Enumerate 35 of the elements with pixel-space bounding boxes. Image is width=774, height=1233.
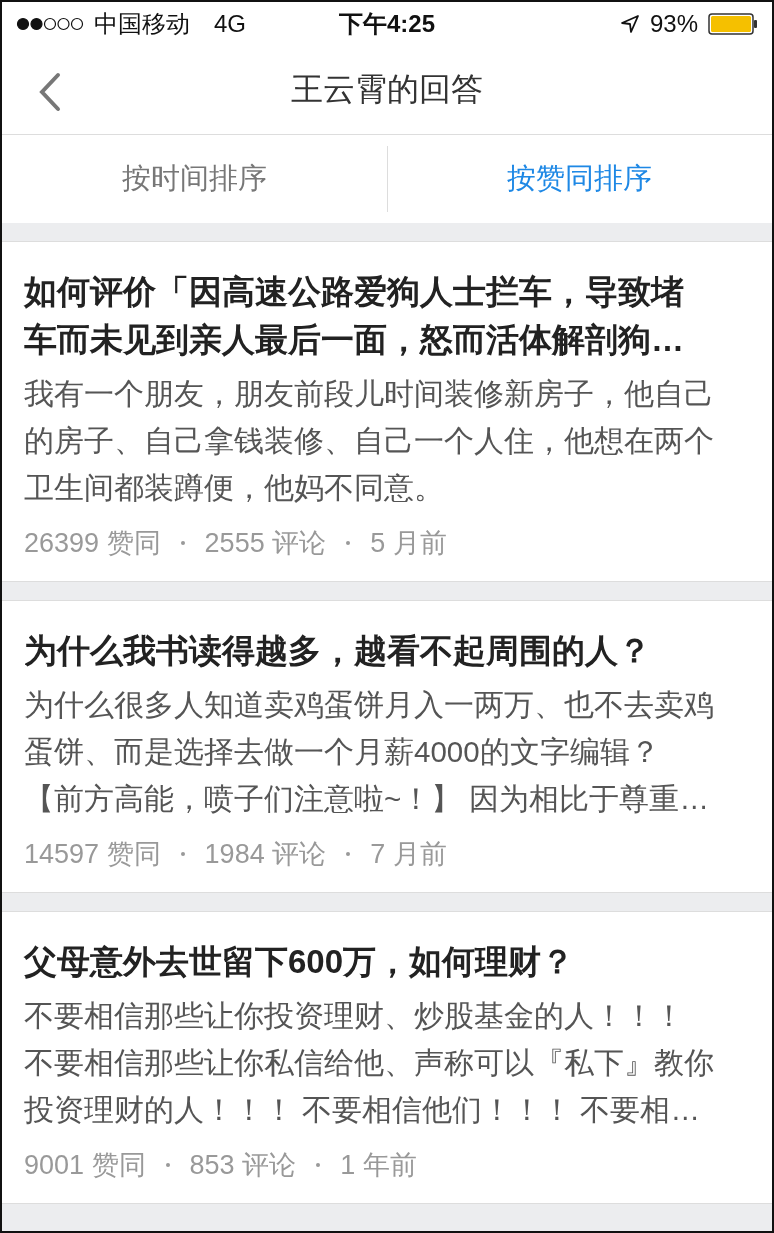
dot-separator-icon bbox=[346, 541, 351, 545]
answer-card[interactable]: 为什么我书读得越多，越看不起周围的人？ 为什么很多人知道卖鸡蛋饼月入一两万、也不去卖鸡 蛋饼、而是选择去做一个月薪4000的文字编辑？ 【前方高能，喷子们注意啦~！】 因为相比于尊重… 14597 赞同 1984 评论 7 月前 bbox=[2, 600, 772, 893]
battery-icon bbox=[708, 13, 758, 35]
back-icon bbox=[38, 72, 62, 112]
answer-excerpt: 为什么很多人知道卖鸡蛋饼月入一两万、也不去卖鸡 蛋饼、而是选择去做一个月薪4000的文字编辑？ 【前方高能，喷子们注意啦~！】 因为相比于尊重… bbox=[24, 687, 715, 817]
vote-count: 9001 赞同 bbox=[24, 1149, 146, 1182]
answer-card[interactable]: 如何评价「因高速公路爱狗人士拦车，导致堵 车而未见到亲人最后一面，怒而活体解剖狗… 我有一个朋友，朋友前段儿时间装修新房子，他自己 的房子、自己拿钱装修、自己一个人住，他想在两个 卫生间都装蹲便，他妈不同意。 26399 赞同 2555 评论 5 月前 bbox=[2, 241, 772, 582]
dot-separator-icon bbox=[346, 852, 351, 856]
comment-count: 1984 评论 bbox=[204, 838, 327, 871]
dot-separator-icon bbox=[165, 1163, 170, 1167]
answer-age: 5 月前 bbox=[370, 527, 447, 560]
vote-count: 26399 赞同 bbox=[24, 527, 161, 560]
answer-age: 7 月前 bbox=[370, 838, 447, 871]
question-title: 为什么我书读得越多，越看不起周围的人？ bbox=[24, 631, 652, 671]
vote-count: 14597 赞同 bbox=[24, 838, 161, 871]
answer-age: 1 年前 bbox=[340, 1149, 417, 1182]
answer-card[interactable]: 父母意外去世留下600万，如何理财？ 不要相信那些让你投资理财、炒股基金的人！！！ 不要相信那些让你私信给他、声称可以『私下』教你 投资理财的人！！！ 不要相信他们！！！ 不要相… 9001 赞同 853 评论 1 年前 bbox=[2, 911, 772, 1204]
question-title: 如何评价「因高速公路爱狗人士拦车，导致堵 车而未见到亲人最后一面，怒而活体解剖狗… bbox=[24, 272, 685, 360]
page-title: 王云霄的回答 bbox=[291, 70, 483, 109]
answer-excerpt: 不要相信那些让你投资理财、炒股基金的人！！！ 不要相信那些让你私信给他、声称可以『私下』教你 投资理财的人！！！ 不要相信他们！！！ 不要相… bbox=[24, 998, 715, 1128]
comment-count: 2555 评论 bbox=[204, 527, 327, 560]
signal-icon bbox=[16, 17, 84, 31]
battery-percent: 93% bbox=[649, 10, 698, 38]
answer-excerpt: 我有一个朋友，朋友前段儿时间装修新房子，他自己 的房子、自己拿钱装修、自己一个人住，他想在两个 卫生间都装蹲便，他妈不同意。 bbox=[24, 376, 715, 506]
dot-separator-icon bbox=[180, 852, 185, 856]
question-title: 父母意外去世留下600万，如何理财？ bbox=[24, 942, 576, 982]
location-icon bbox=[619, 14, 640, 34]
dot-separator-icon bbox=[180, 541, 185, 545]
sort-tab[interactable]: 按时间排序 bbox=[2, 146, 387, 212]
dot-separator-icon bbox=[316, 1163, 321, 1167]
carrier-name: 中国移动 bbox=[94, 9, 190, 39]
comment-count: 853 评论 bbox=[189, 1149, 297, 1182]
sort-tab[interactable]: 按赞同排序 bbox=[387, 146, 772, 212]
clock: 下午4:25 bbox=[339, 9, 436, 39]
network-type: 4G bbox=[214, 10, 246, 38]
